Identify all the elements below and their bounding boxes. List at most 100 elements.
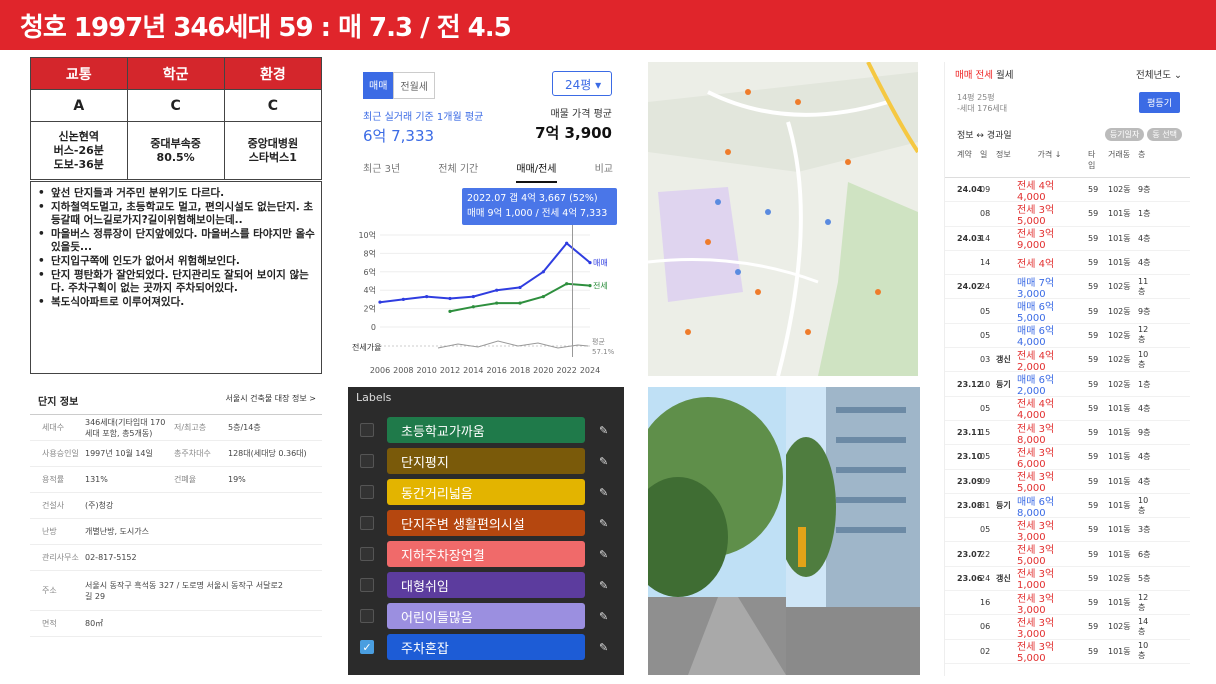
location-map[interactable] xyxy=(648,62,918,376)
tab-3years[interactable]: 최근 3년 xyxy=(363,160,400,183)
table-row[interactable]: 06 전세 3억 3,000 59 102동 14층 xyxy=(945,615,1190,640)
chip-register-date[interactable]: 등기일자 xyxy=(1104,127,1145,141)
label-pill[interactable]: 초등학교가까움 xyxy=(387,417,585,443)
pencil-icon[interactable]: ✎ xyxy=(599,579,608,592)
table-row[interactable]: 05 매매 6억 5,000 59 102동 9층 xyxy=(945,299,1190,324)
pyeong-button[interactable]: 평등기 xyxy=(1139,92,1180,113)
series-label: 매매 xyxy=(593,259,608,268)
data-point xyxy=(401,297,405,301)
tab-buy-rent[interactable]: 매매/전세 xyxy=(516,160,557,183)
table-row[interactable]: 05 매매 6억 4,000 59 102동 12층 xyxy=(945,324,1190,348)
label-pill[interactable]: 단지주변 생활편의시설 xyxy=(387,510,585,536)
info-row: 주소 서울시 동작구 흑석동 327 / 도로명 서울시 동작구 서달로2길 29 xyxy=(30,571,322,611)
tab-buy[interactable]: 매매 xyxy=(363,72,394,99)
pencil-icon[interactable]: ✎ xyxy=(599,455,608,468)
tab-tx-monthly[interactable]: 월세 xyxy=(996,70,1013,81)
info-row: 면적 80㎡ xyxy=(30,611,322,637)
table-row[interactable]: 23.09 09 전세 3억 5,000 59 101동 4층 xyxy=(945,470,1190,494)
table-row[interactable]: 14 전세 4억 59 101동 4층 xyxy=(945,251,1190,276)
label-pill[interactable]: 어린이들많음 xyxy=(387,603,585,629)
data-point xyxy=(518,301,522,305)
label-checkbox[interactable] xyxy=(360,547,374,561)
table-row[interactable]: 05 전세 3억 3,000 59 101동 3층 xyxy=(945,518,1190,543)
data-point xyxy=(565,282,569,286)
data-point xyxy=(495,288,499,292)
table-row[interactable]: 24.02 24 매매 7억 3,000 59 102동 11층 xyxy=(945,275,1190,300)
label-checkbox[interactable] xyxy=(360,609,374,623)
tab-rent[interactable]: 전월세 xyxy=(393,72,436,99)
chip-select-building[interactable]: 동 선택 xyxy=(1147,127,1182,141)
label-pill[interactable]: 주차혼잡 xyxy=(387,634,585,660)
price-panel: 매매 전월세 24평 ▾ 최근 실거래 기준 1개월 평균 6억 7,333 매… xyxy=(348,62,624,379)
note-item: 복도식아파트로 이루어져있다. xyxy=(37,296,315,310)
label-checkbox-checked[interactable]: ✓ xyxy=(360,640,374,654)
table-row[interactable]: 23.10 05 전세 3억 6,000 59 101동 4층 xyxy=(945,445,1190,470)
info-row: 사용승인일 1997년 10월 14일 총주차대수 128대(세대당 0.36대) xyxy=(30,441,322,467)
table-row[interactable]: 23.06 24 갱신 전세 3억 1,000 59 102동 5층 xyxy=(945,567,1190,591)
pencil-icon[interactable]: ✎ xyxy=(599,641,608,654)
grade-header-traffic: 교통 xyxy=(30,57,128,90)
table-row[interactable]: 23.12 10 등기 매매 6억 2,000 59 102동 1층 xyxy=(945,372,1190,397)
tab-tx-buy[interactable]: 매매 xyxy=(955,70,972,81)
x-tick-label: 2012 xyxy=(440,366,460,375)
label-checkbox[interactable] xyxy=(360,454,374,468)
tab-tx-rent[interactable]: 전세 xyxy=(976,70,993,81)
pencil-icon[interactable]: ✎ xyxy=(599,548,608,561)
label-pill[interactable]: 대형쉬임 xyxy=(387,572,585,598)
table-row[interactable]: 23.07 22 전세 3억 5,000 59 101동 6층 xyxy=(945,542,1190,567)
label-pill[interactable]: 지하주차장연결 xyxy=(387,541,585,567)
grade-header-env: 환경 xyxy=(223,57,323,90)
grade-header-school: 학군 xyxy=(126,57,225,90)
label-pill[interactable]: 단지평지 xyxy=(387,448,585,474)
data-point xyxy=(448,309,452,313)
filter-toggle[interactable]: 정보 ↔ 경과일 xyxy=(957,128,1012,141)
table-row[interactable]: 24.04 09 전세 4억 4,000 59 102동 9층 xyxy=(945,178,1190,203)
table-row[interactable]: 16 전세 3억 3,000 59 101동 12층 xyxy=(945,591,1190,616)
label-checkbox[interactable] xyxy=(360,578,374,592)
table-row[interactable]: 24.03 14 전세 3억 9,000 59 101동 4층 xyxy=(945,227,1190,251)
label-item[interactable]: 동간거리넓음 ✎ xyxy=(360,479,618,505)
y-tick-label: 10억 xyxy=(358,230,376,240)
x-tick-label: 2018 xyxy=(510,366,530,375)
table-row[interactable]: 03 갱신 전세 4억 2,000 59 102동 10층 xyxy=(945,348,1190,373)
label-checkbox[interactable] xyxy=(360,485,374,499)
year-select[interactable]: 전체년도 ⌄ xyxy=(1136,67,1182,81)
label-checkbox[interactable] xyxy=(360,516,374,530)
y-tick-label: 8억 xyxy=(364,248,376,258)
label-item[interactable]: 지하주차장연결 ✎ xyxy=(360,541,618,567)
tx-table-header: 계약 일 정보 가격 ↓ 타입 거래동 층 xyxy=(945,143,1190,178)
series-label: 전세 xyxy=(593,281,608,291)
label-item[interactable]: 단지평지 ✎ xyxy=(360,448,618,474)
ratio-axis-label: 전세가율 xyxy=(352,342,381,352)
tab-all-period[interactable]: 전체 기간 xyxy=(438,160,478,183)
table-row[interactable]: 05 전세 4억 4,000 59 101동 4층 xyxy=(945,397,1190,421)
building-register-link[interactable]: 서울시 건축물 대장 정보 > xyxy=(226,393,316,408)
label-item[interactable]: 대형쉬임 ✎ xyxy=(360,572,618,598)
label-item[interactable]: 단지주변 생활편의시설 ✎ xyxy=(360,510,618,536)
label-item[interactable]: 어린이들많음 ✎ xyxy=(360,603,618,629)
info-row: 관리사무소 02-817-5152 xyxy=(30,545,322,571)
grade-value-traffic: A xyxy=(30,89,128,122)
note-item: 단지 평탄화가 잘안되었다. 단지관리도 잘되어 보이지 않는다. 주차구획이 … xyxy=(37,269,315,296)
chart-tooltip: 2022.07 갭 4억 3,667 (52%) 매매 9억 1,000 / 전세… xyxy=(462,188,617,225)
pencil-icon[interactable]: ✎ xyxy=(599,610,608,623)
tab-compare[interactable]: 비교 xyxy=(595,160,613,183)
table-row[interactable]: 02 전세 3억 5,000 59 101동 10층 xyxy=(945,640,1190,664)
x-tick-label: 2006 xyxy=(370,366,390,375)
chevron-down-icon: ⌄ xyxy=(1174,70,1182,81)
pencil-icon[interactable]: ✎ xyxy=(599,424,608,437)
label-checkbox[interactable] xyxy=(360,423,374,437)
label-item[interactable]: 초등학교가까움 ✎ xyxy=(360,417,618,443)
area-line2: -세대 176세대 xyxy=(957,103,1008,113)
label-pill[interactable]: 동간거리넓음 xyxy=(387,479,585,505)
ratio-avg-label: 평균 xyxy=(592,337,605,346)
pencil-icon[interactable]: ✎ xyxy=(599,486,608,499)
table-row[interactable]: 23.08 31 등기 매매 6억 8,000 59 101동 10층 xyxy=(945,494,1190,519)
pencil-icon[interactable]: ✎ xyxy=(599,517,608,530)
area-select[interactable]: 24평 ▾ xyxy=(552,71,612,96)
table-row[interactable]: 23.11 15 전세 3억 8,000 59 101동 9층 xyxy=(945,421,1190,446)
data-point xyxy=(448,296,452,301)
label-item[interactable]: ✓ 주차혼잡 ✎ xyxy=(360,634,618,660)
table-row[interactable]: 08 전세 3억 5,000 59 101동 1층 xyxy=(945,202,1190,227)
labels-panel: Labels 초등학교가까움 ✎ 단지평지 ✎ 동간거리넓음 ✎ 단지주변 생활편의시… xyxy=(348,387,624,675)
